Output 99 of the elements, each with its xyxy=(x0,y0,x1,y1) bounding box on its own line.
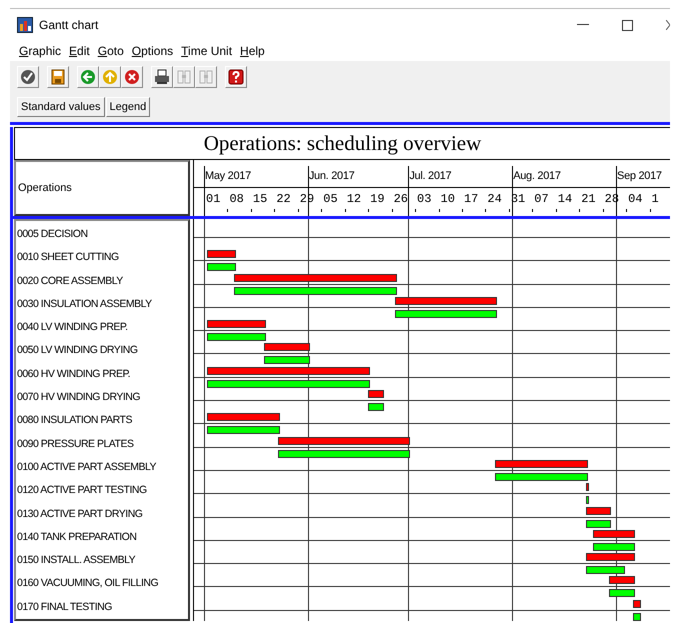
toolbar-button[interactable] xyxy=(121,66,143,88)
app-icon xyxy=(17,17,33,33)
question-mark-icon xyxy=(228,69,244,85)
gantt-bar[interactable] xyxy=(207,263,236,272)
operation-label: 0030 INSULATION ASSEMBLY xyxy=(16,296,153,312)
day-label: 19 xyxy=(369,193,385,206)
gantt-bar[interactable] xyxy=(609,576,635,584)
operation-label: 0040 LV WINDING PREP. xyxy=(16,320,128,336)
gantt-bar[interactable] xyxy=(609,589,635,598)
month-label: May 2017 xyxy=(204,170,251,182)
close-icon[interactable] xyxy=(666,20,670,30)
gantt-bar[interactable] xyxy=(586,520,612,528)
operation-label: 0050 LV WINDING DRYING xyxy=(16,343,138,358)
gantt-bar[interactable] xyxy=(632,600,642,608)
gantt-bar[interactable] xyxy=(632,612,642,621)
column-header: Operations xyxy=(14,160,190,216)
day-label: 15 xyxy=(252,193,268,206)
operation-label: 0100 ACTIVE PART ASSEMBLY xyxy=(16,460,158,475)
toolbar-button[interactable] xyxy=(225,66,247,88)
printer-icon xyxy=(154,69,170,85)
month-label: Jul. 2017 xyxy=(408,170,452,182)
operation-label: 0020 CORE ASSEMBLY xyxy=(16,274,124,289)
month-label: Sep 2017 xyxy=(616,170,662,182)
gantt-bar[interactable] xyxy=(592,542,635,551)
day-label: 21 xyxy=(580,193,596,206)
up-arrow-icon xyxy=(102,69,118,85)
gantt-bar[interactable] xyxy=(234,274,397,282)
gantt-bar[interactable] xyxy=(586,566,625,574)
operation-label: 0120 ACTIVE PART TESTING xyxy=(16,483,148,498)
operation-label: 0130 ACTIVE PART DRYING xyxy=(16,506,144,522)
gantt-bar[interactable] xyxy=(394,310,498,318)
gantt-bar[interactable] xyxy=(207,413,280,422)
toolbar-button[interactable] xyxy=(47,66,69,88)
gantt-bar[interactable] xyxy=(368,403,384,412)
toolbar-button[interactable]: Standard values xyxy=(17,97,104,117)
check-icon xyxy=(20,69,36,85)
menu-item[interactable]: Graphic xyxy=(19,44,62,58)
day-label: 07 xyxy=(533,193,549,206)
menu-item[interactable]: Edit xyxy=(69,44,90,58)
operation-label: 0170 FINAL TESTING xyxy=(16,600,113,615)
gantt-bar[interactable] xyxy=(207,333,266,342)
window-title: Gantt chart xyxy=(39,18,98,32)
gantt-bar[interactable] xyxy=(278,436,410,445)
day-label: 03 xyxy=(416,193,432,206)
operation-label: 0090 PRESSURE PLATES xyxy=(16,436,134,452)
left-arrow-icon xyxy=(80,69,96,85)
day-label: 04 xyxy=(627,193,642,206)
minimize-icon[interactable] xyxy=(577,24,589,26)
operation-label: 0060 HV WINDING PREP. xyxy=(16,366,132,382)
day-label: 12 xyxy=(346,193,362,206)
menu-item[interactable]: Help xyxy=(240,44,265,58)
x-circle-icon xyxy=(124,69,140,85)
day-label: 22 xyxy=(275,193,291,206)
gantt-bar[interactable] xyxy=(586,483,589,492)
gantt-bar[interactable] xyxy=(495,460,588,468)
gantt-bar[interactable] xyxy=(234,286,397,295)
gantt-bar[interactable] xyxy=(394,296,498,305)
gantt-bar[interactable] xyxy=(495,472,588,481)
gantt-bar[interactable] xyxy=(586,553,635,562)
maximize-icon[interactable] xyxy=(622,20,633,30)
operation-label: 0080 INSULATION PARTS xyxy=(16,413,133,428)
month-label: Aug. 2017 xyxy=(512,170,561,182)
gantt-bar[interactable] xyxy=(586,506,612,515)
operation-label: 0150 INSTALL. ASSEMBLY xyxy=(16,553,136,568)
day-label: 08 xyxy=(228,193,244,206)
gantt-bar[interactable] xyxy=(207,366,370,375)
day-label: 17 xyxy=(462,193,478,206)
day-label: 14 xyxy=(556,193,572,206)
day-label: 26 xyxy=(392,193,408,206)
operation-label: 0160 VACUUMING, OIL FILLING xyxy=(16,576,160,592)
day-label: 01 xyxy=(205,193,220,206)
operation-label: 0070 HV WINDING DRYING xyxy=(16,390,142,406)
day-label: 1 xyxy=(650,193,659,206)
menu-item[interactable]: Time Unit xyxy=(181,44,232,58)
menu-item[interactable]: Options xyxy=(132,44,174,58)
gantt-bar[interactable] xyxy=(207,426,280,434)
operation-label: 0010 SHEET CUTTING xyxy=(16,250,120,266)
operation-label: 0005 DECISION xyxy=(16,227,89,242)
day-label: 10 xyxy=(440,193,455,206)
gantt-bar[interactable] xyxy=(207,250,236,258)
day-label: 05 xyxy=(322,193,338,206)
toolbar-button[interactable]: Legend xyxy=(106,97,150,117)
menu-item[interactable]: Goto xyxy=(98,44,124,58)
gantt-bar[interactable] xyxy=(264,356,310,364)
toolbar-button[interactable] xyxy=(17,66,39,88)
day-label: 24 xyxy=(486,193,502,206)
gantt-bar[interactable] xyxy=(586,496,589,504)
gantt-bar[interactable] xyxy=(207,320,266,328)
gantt-bar[interactable] xyxy=(278,450,410,458)
month-label: Jun. 2017 xyxy=(308,170,354,182)
toolbar-button[interactable] xyxy=(151,66,173,88)
chart-title: Operations: scheduling overview xyxy=(14,127,670,160)
binoculars-icon xyxy=(198,69,214,85)
operation-label: 0140 TANK PREPARATION xyxy=(16,530,138,545)
gantt-bar[interactable] xyxy=(264,343,310,352)
gantt-bar[interactable] xyxy=(207,380,370,388)
gantt-bar[interactable] xyxy=(368,390,384,398)
gantt-bar[interactable] xyxy=(592,530,635,538)
binoculars-icon xyxy=(176,69,192,85)
